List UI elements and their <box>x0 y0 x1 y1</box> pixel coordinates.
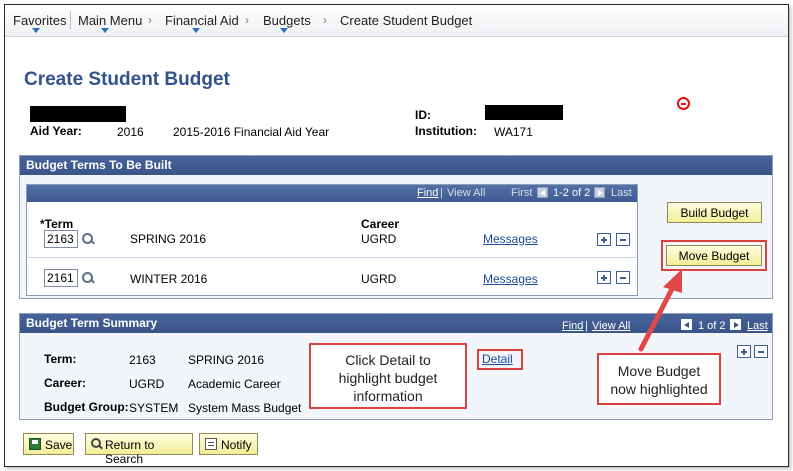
save-icon <box>29 438 41 450</box>
notify-button[interactable]: Notify <box>199 433 258 455</box>
save-button[interactable]: Save <box>23 433 74 455</box>
callout-arrow-icon <box>638 269 682 352</box>
notify-label: Notify <box>221 438 252 452</box>
return-to-search-label: Return to Search <box>105 438 155 466</box>
notify-icon <box>205 438 217 450</box>
return-to-search-button[interactable]: Return to Search <box>85 433 193 466</box>
save-label: Save <box>45 438 73 452</box>
app-window: Favorites Main Menu › Financial Aid › Bu… <box>4 4 789 467</box>
search-icon <box>91 438 103 450</box>
